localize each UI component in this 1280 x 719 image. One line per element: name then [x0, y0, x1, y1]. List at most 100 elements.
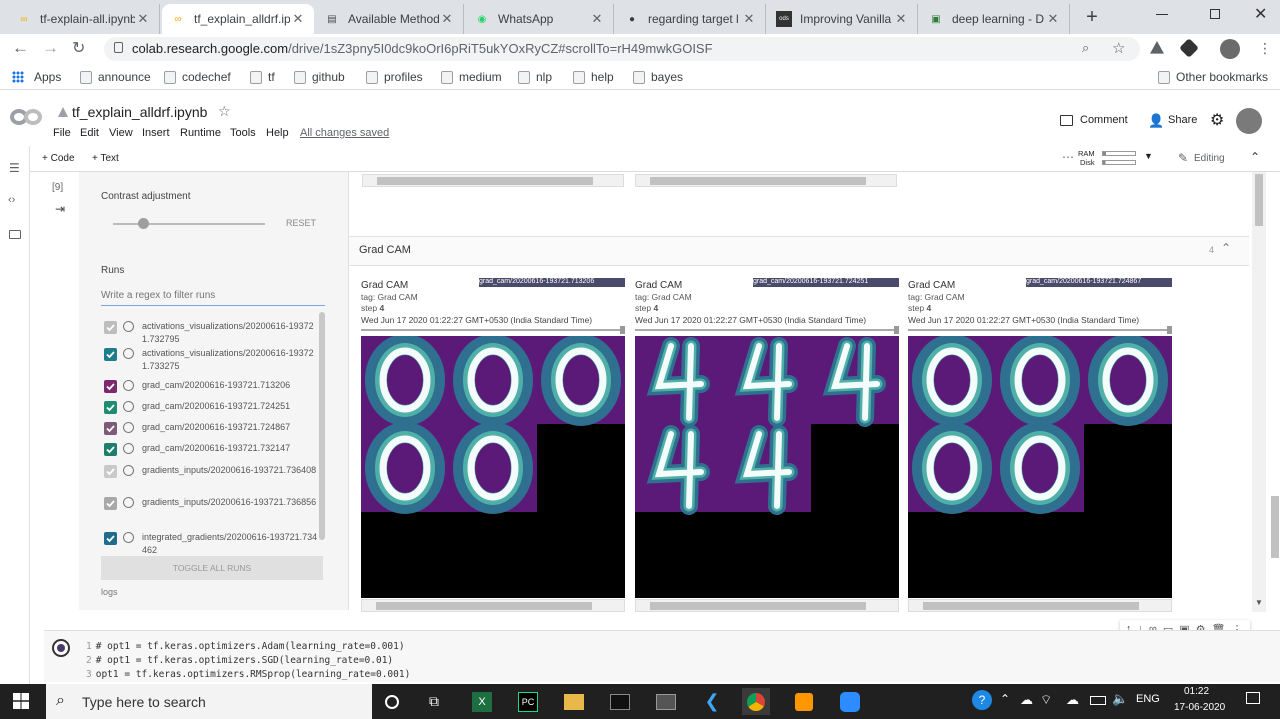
onedrive-icon[interactable]: ☁ — [1020, 692, 1033, 708]
notebook-name[interactable]: tf_explain_alldrf.ipynb — [72, 104, 207, 120]
collapse-header-icon[interactable]: ⌃ — [1250, 150, 1260, 164]
menu-file[interactable]: File — [53, 127, 71, 139]
volume-icon[interactable]: 🔈 — [1112, 691, 1128, 707]
run-item[interactable]: gradients_inputs/20200616-193721.736408 — [104, 464, 318, 478]
tab-4[interactable]: ● regarding target l ✕ — [616, 4, 766, 34]
tab-5[interactable]: ods Improving Vanilla ✕ — [768, 4, 918, 34]
run-cell-button[interactable] — [52, 639, 70, 657]
bookmark-tf[interactable]: tf — [250, 70, 275, 84]
star-icon[interactable]: ☆ — [218, 103, 231, 120]
bookmark-nlp[interactable]: nlp — [518, 70, 552, 84]
toggle-all-runs-button[interactable]: TOGGLE ALL RUNS — [101, 556, 323, 580]
step-slider-handle[interactable] — [1167, 326, 1172, 334]
run-checkbox[interactable] — [104, 348, 117, 361]
terminal-icon[interactable] — [606, 688, 634, 715]
bookmark-announce[interactable]: announce — [80, 70, 151, 84]
image-scrollbar[interactable] — [361, 599, 625, 612]
menu-insert[interactable]: Insert — [142, 127, 170, 139]
run-color-radio[interactable] — [123, 422, 134, 433]
network-icon[interactable]: ⌔ — [1040, 692, 1052, 708]
back-icon[interactable]: ← — [12, 38, 29, 58]
pycharm-icon[interactable]: PC — [514, 688, 542, 715]
image-scrollbar[interactable] — [635, 599, 899, 612]
prev-image-scrollbar-2[interactable] — [635, 174, 897, 187]
help-tray-icon[interactable]: ? — [972, 690, 992, 710]
clock-date[interactable]: 17-06-2020 — [1174, 702, 1225, 713]
browser-menu-icon[interactable]: ⋮ — [1258, 40, 1272, 57]
excel-icon[interactable]: X — [468, 688, 496, 715]
outer-scrollbar-thumb[interactable] — [1271, 496, 1279, 558]
tab-1[interactable]: ∞ tf_explain_alldrf.ipynb✕ — [162, 4, 314, 34]
saved-status[interactable]: All changes saved — [300, 127, 389, 139]
run-item[interactable]: integrated_gradients/20200616-193721.734… — [104, 531, 318, 557]
page-scrollbar-thumb[interactable] — [1255, 174, 1263, 226]
contrast-slider-track[interactable] — [113, 223, 265, 225]
scrollbar-thumb[interactable] — [376, 602, 592, 610]
colab-logo[interactable] — [10, 107, 44, 127]
vscode-icon[interactable]: ❮ — [698, 688, 726, 715]
run-item[interactable]: grad_cam/20200616-193721.713206 — [104, 379, 318, 393]
grad-cam-section-header[interactable]: Grad CAM 4 ⌃ — [349, 236, 1249, 266]
clock-time[interactable]: 01:22 — [1184, 686, 1209, 697]
tab-close-icon[interactable]: ✕ — [1045, 11, 1061, 27]
run-checkbox[interactable] — [104, 422, 117, 435]
run-color-radio[interactable] — [123, 380, 134, 391]
scrollbar-thumb[interactable] — [650, 602, 866, 610]
chrome-icon[interactable] — [742, 688, 770, 715]
contrast-reset-button[interactable]: RESET — [286, 218, 316, 228]
files-folder-icon[interactable] — [9, 230, 21, 239]
step-slider[interactable] — [361, 326, 625, 334]
run-color-radio[interactable] — [123, 532, 134, 543]
toc-icon[interactable]: ☰ — [9, 161, 20, 175]
minimize-icon[interactable] — [1156, 14, 1168, 15]
run-item[interactable]: grad_cam/20200616-193721.724251 — [104, 400, 318, 414]
scroll-down-arrow-icon[interactable]: ▼ — [1255, 598, 1263, 607]
runs-filter-input[interactable] — [101, 286, 325, 306]
file-explorer-icon[interactable] — [560, 688, 588, 715]
runs-scrollbar[interactable] — [319, 312, 325, 540]
editing-mode[interactable]: Editing — [1194, 153, 1225, 164]
new-tab-button[interactable]: + — [1082, 6, 1102, 28]
menu-tools[interactable]: Tools — [230, 127, 256, 139]
profile-avatar[interactable] — [1220, 39, 1240, 59]
taskbar-search-box[interactable]: ⌕ Type here to search — [46, 684, 372, 719]
comment-button[interactable]: Comment — [1080, 114, 1128, 126]
code-line[interactable]: 3 opt1 = tf.keras.optimizers.RMSprop(lear… — [86, 669, 410, 680]
tab-close-icon[interactable]: ✕ — [439, 11, 455, 27]
forward-icon[interactable]: → — [42, 38, 59, 58]
step-slider[interactable] — [908, 326, 1172, 334]
sublime-icon[interactable] — [790, 688, 818, 715]
run-checkbox[interactable] — [104, 401, 117, 414]
notifications-icon[interactable] — [1246, 692, 1260, 704]
zoom-icon[interactable] — [836, 688, 864, 715]
reload-icon[interactable]: ↻ — [72, 38, 85, 58]
tab-2[interactable]: ▤ Available Methods ✕ — [316, 4, 464, 34]
restore-icon[interactable] — [1210, 9, 1220, 19]
contrast-slider-handle[interactable] — [138, 218, 149, 229]
tab-6[interactable]: ▣ deep learning - D ✕ — [920, 4, 1070, 34]
run-checkbox[interactable] — [104, 465, 117, 478]
close-window-icon[interactable]: ✕ — [1254, 4, 1267, 24]
run-item[interactable]: grad_cam/20200616-193721.732147 — [104, 442, 318, 456]
image-scrollbar[interactable] — [908, 599, 1172, 612]
bookmark-profiles[interactable]: profiles — [366, 70, 423, 84]
cortana-icon[interactable] — [378, 688, 406, 715]
tab-3[interactable]: ◉ WhatsApp ✕ — [466, 4, 614, 34]
run-item[interactable]: activations_visualizations/20200616-1937… — [104, 320, 318, 346]
run-checkbox[interactable] — [104, 497, 117, 510]
bookmark-github[interactable]: github — [294, 70, 345, 84]
run-color-radio[interactable] — [123, 401, 134, 412]
share-button[interactable]: Share — [1168, 114, 1197, 126]
prev-image-scrollbar-1[interactable] — [362, 174, 624, 187]
collapse-section-icon[interactable]: ⌃ — [1221, 241, 1231, 255]
output-toggle-icon[interactable]: ⇥ — [55, 202, 65, 216]
bookmark-bayes[interactable]: bayes — [633, 70, 683, 84]
bookmark-help[interactable]: help — [573, 70, 614, 84]
account-avatar[interactable] — [1236, 108, 1262, 134]
tab-close-icon[interactable]: ✕ — [135, 11, 151, 27]
cloud-sync-icon[interactable]: ☁ — [1066, 692, 1079, 708]
run-color-radio[interactable] — [123, 465, 134, 476]
other-bookmarks[interactable]: Other bookmarks — [1158, 70, 1268, 84]
step-slider[interactable] — [635, 326, 899, 334]
bookmark-star-icon[interactable]: ☆ — [1112, 39, 1125, 57]
